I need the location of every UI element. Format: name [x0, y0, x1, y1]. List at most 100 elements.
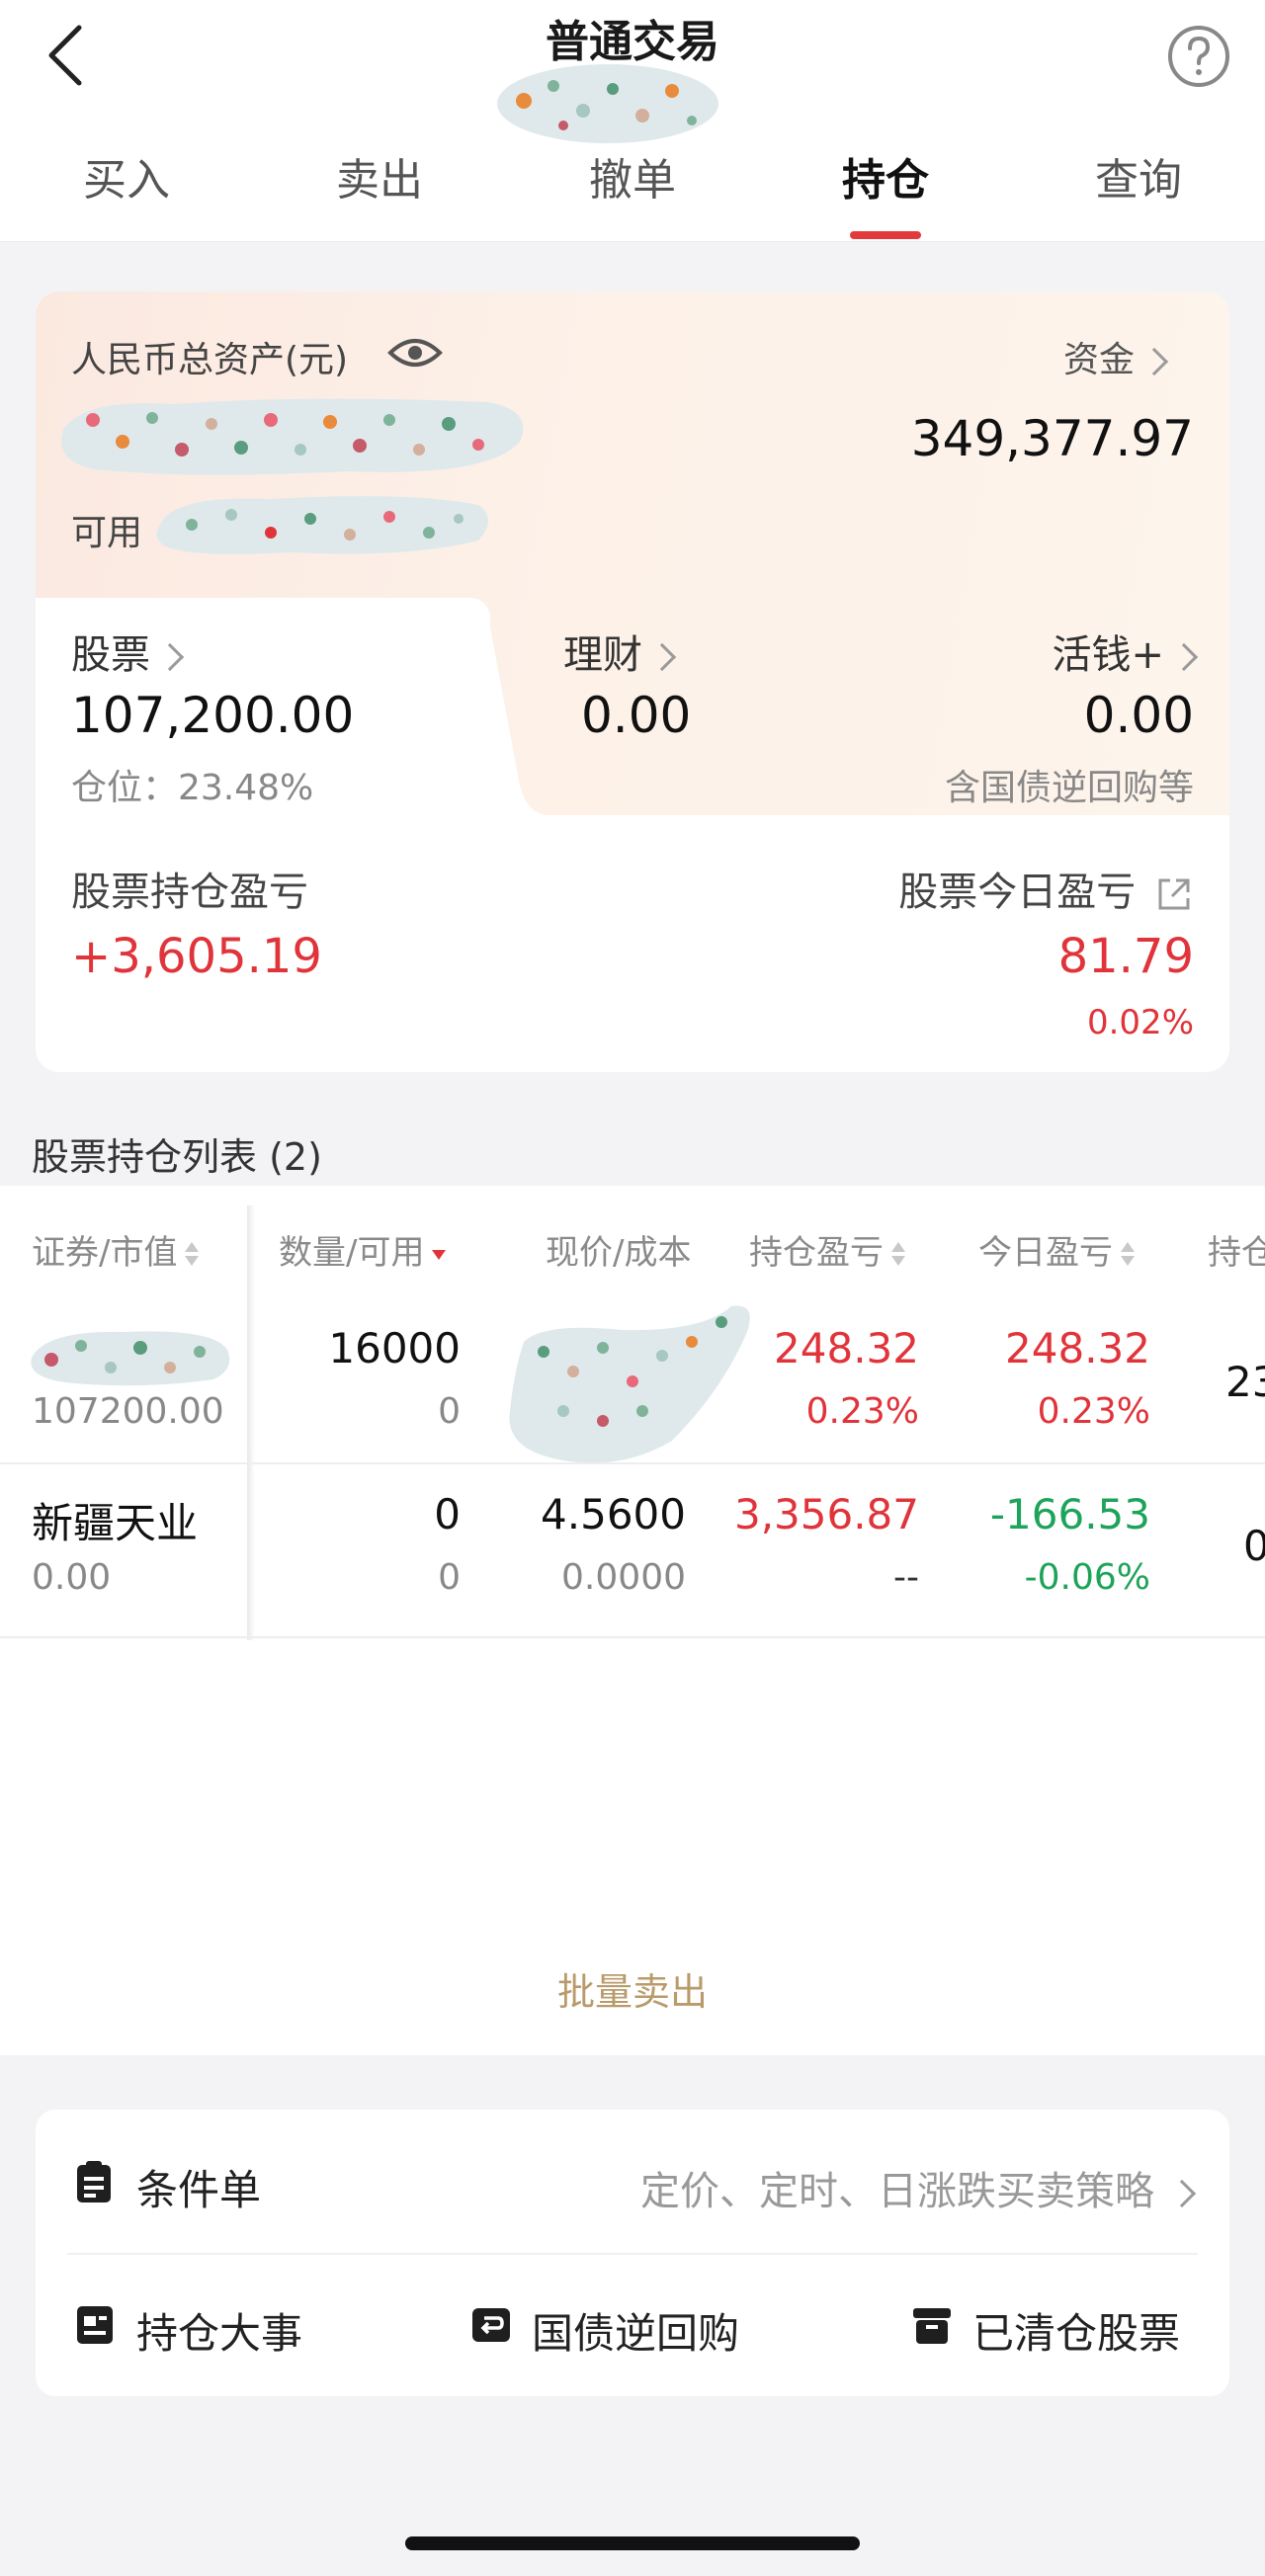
- conditional-order-label: 条件单: [136, 2166, 262, 2214]
- funds-value: 349,377.97: [910, 410, 1194, 467]
- tab-positions[interactable]: 持仓: [787, 146, 984, 242]
- today-pl-pct: 0.02%: [1086, 1003, 1194, 1042]
- position-events-label: 持仓大事: [136, 2309, 303, 2358]
- holding-pl-value: +3,605.19: [71, 929, 322, 984]
- column-header-holding-pl-label: 持仓盈亏: [749, 1233, 884, 1273]
- total-assets-label-text: 人民币总资产(元): [71, 340, 349, 380]
- today-pl-label: 股票今日盈亏: [898, 870, 1137, 915]
- security-name-redaction-mask: [31, 1331, 230, 1386]
- total-assets-redaction-mask: [61, 398, 524, 475]
- column-header-price-label: 现价/成本: [546, 1233, 692, 1273]
- stock-label: 股票: [71, 632, 150, 678]
- column-header-security[interactable]: 证券/市值: [32, 1225, 200, 1274]
- position-partial: 0: [1243, 1522, 1265, 1570]
- column-header-position[interactable]: 持仓: [1208, 1225, 1265, 1274]
- clipboard-icon: [77, 2161, 111, 2202]
- holdings-list-heading: 股票持仓列表 (2): [32, 1135, 322, 1179]
- current-price: 4.5600: [541, 1490, 686, 1538]
- tab-query[interactable]: 查询: [1040, 146, 1237, 242]
- top-bar: 普通交易 买入 卖出 撤单 持仓 查询: [0, 0, 1265, 242]
- chevron-right-icon: [1169, 642, 1199, 672]
- help-button[interactable]: [1166, 24, 1231, 89]
- tab-buy[interactable]: 买入: [28, 146, 225, 242]
- chevron-right-icon: [647, 642, 677, 672]
- holding-pl-pct: --: [893, 1557, 919, 1598]
- page-title: 普通交易: [546, 17, 719, 67]
- trade-tabs: 买入 卖出 撤单 持仓 查询: [0, 146, 1265, 242]
- row-divider: [0, 1462, 1265, 1464]
- quantity: 16000: [328, 1324, 461, 1372]
- cleared-stocks-button[interactable]: 已清仓股票: [911, 2292, 1208, 2362]
- column-header-quantity[interactable]: 数量/可用: [279, 1225, 447, 1274]
- today-pl-pct: 0.23%: [1037, 1391, 1150, 1432]
- today-pl-pct: -0.06%: [1024, 1557, 1150, 1598]
- wealth-value: 0.00: [581, 687, 692, 744]
- table-row[interactable]: 107200.00 16000 0 248.32 0.23% 248.32 0.…: [0, 1304, 1265, 1463]
- back-arrow-icon: [48, 25, 82, 86]
- wealth-label: 理财: [563, 632, 642, 678]
- cost-price: 0.0000: [561, 1557, 686, 1598]
- tools-card: 条件单 定价、定时、日涨跌买卖策略 持仓大事 国债逆回购 已清仓股票: [36, 2110, 1229, 2396]
- external-link-icon: [1158, 878, 1190, 910]
- quantity: 0: [434, 1490, 461, 1538]
- sort-desc-icon: [432, 1242, 447, 1268]
- box-icon: [913, 2308, 951, 2344]
- holding-pl-pct: 0.23%: [805, 1391, 919, 1432]
- today-pl: 248.32: [1005, 1324, 1150, 1372]
- tools-divider: [67, 2253, 1198, 2255]
- stock-tab-curve: [451, 598, 549, 815]
- sort-icon: [1121, 1241, 1135, 1268]
- account-redaction-mask: [497, 64, 718, 143]
- column-header-today-pl-label: 今日盈亏: [978, 1233, 1113, 1273]
- holdings-table: 证券/市值 数量/可用 现价/成本 持仓盈亏 今日盈亏 持仓 107200.00…: [0, 1186, 1265, 1640]
- cash-plus-label: 活钱+: [1052, 632, 1164, 678]
- tab-cancel[interactable]: 撤单: [534, 146, 731, 242]
- position-partial: 23: [1225, 1358, 1265, 1406]
- home-indicator: [405, 2536, 860, 2550]
- return-arrow-icon: [472, 2308, 510, 2342]
- sort-icon: [185, 1241, 200, 1268]
- holding-pl: 3,356.87: [733, 1490, 919, 1538]
- market-value: 0.00: [32, 1557, 112, 1598]
- funds-label: 资金: [1063, 340, 1136, 380]
- row-divider: [0, 1636, 1265, 1638]
- table-row[interactable]: 新疆天业 0.00 0 0 4.5600 0.0000 3,356.87 -- …: [0, 1472, 1265, 1630]
- sort-icon: [891, 1241, 905, 1268]
- cash-plus-link[interactable]: 活钱+: [1052, 623, 1199, 680]
- wealth-link[interactable]: 理财: [563, 623, 677, 680]
- stock-value: 107,200.00: [71, 687, 355, 744]
- help-icon: [1168, 26, 1229, 87]
- conditional-order-desc: 定价、定时、日涨跌买卖策略: [640, 2159, 1197, 2216]
- holding-pl: 248.32: [774, 1324, 919, 1372]
- holding-pl-label: 股票持仓盈亏: [71, 870, 308, 915]
- column-header-today-pl[interactable]: 今日盈亏: [978, 1225, 1135, 1274]
- price-redaction-mask: [509, 1305, 750, 1463]
- chevron-right-icon: [1167, 2179, 1197, 2208]
- batch-sell-button[interactable]: 批量卖出: [534, 1961, 731, 2016]
- cash-plus-note: 含国债逆回购等: [944, 768, 1194, 808]
- position-ratio: 仓位：23.48%: [71, 768, 314, 808]
- available-quantity: 0: [438, 1391, 461, 1432]
- back-button[interactable]: [40, 20, 99, 89]
- today-pl-value: 81.79: [1057, 929, 1194, 984]
- security-name: 新疆天业: [32, 1499, 199, 1547]
- treasury-repo-button[interactable]: 国债逆回购: [470, 2292, 806, 2362]
- market-value: 107200.00: [32, 1391, 224, 1432]
- cash-plus-value: 0.00: [1083, 687, 1194, 744]
- asset-summary-card: 人民币总资产(元) 可用 资金 349,377.97 股票 107,200.00…: [36, 291, 1229, 1072]
- chevron-right-icon: [1139, 347, 1169, 376]
- conditional-order-row[interactable]: 条件单 定价、定时、日涨跌买卖策略: [75, 2149, 1197, 2218]
- today-pl-link[interactable]: 股票今日盈亏: [898, 860, 1194, 917]
- column-header-price: 现价/成本: [546, 1225, 691, 1274]
- available-label: 可用: [71, 513, 143, 553]
- eye-icon[interactable]: [387, 335, 443, 371]
- chevron-right-icon: [155, 642, 185, 672]
- stock-link[interactable]: 股票: [71, 623, 185, 680]
- column-header-holding-pl[interactable]: 持仓盈亏: [749, 1225, 905, 1274]
- tab-sell[interactable]: 卖出: [281, 146, 478, 242]
- position-events-button[interactable]: 持仓大事: [75, 2292, 352, 2362]
- column-header-quantity-label: 数量/可用: [279, 1233, 425, 1273]
- available-redaction-mask: [156, 496, 488, 554]
- cleared-stocks-label: 已清仓股票: [972, 2309, 1181, 2358]
- funds-link[interactable]: 资金: [1063, 331, 1169, 382]
